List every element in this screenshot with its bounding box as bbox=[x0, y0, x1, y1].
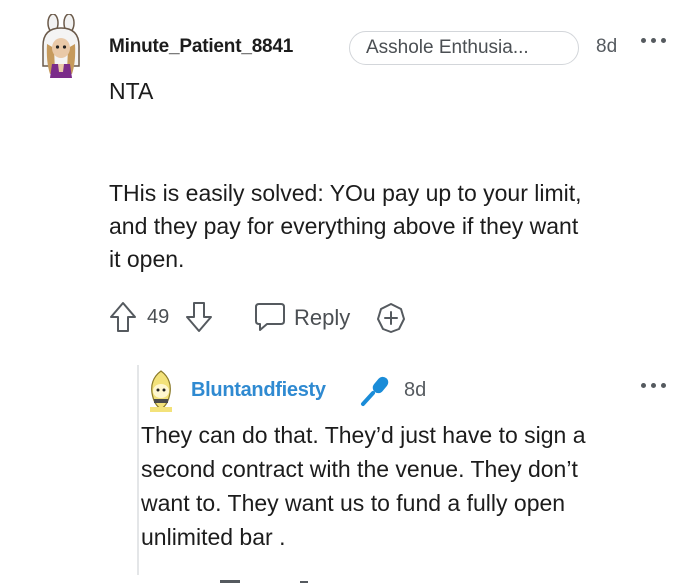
reply-button[interactable]: Reply bbox=[253, 300, 363, 334]
reply-text-line: second contract with the venue. They don… bbox=[141, 456, 578, 482]
reply-avatar[interactable] bbox=[146, 369, 176, 413]
clipped-action-row bbox=[150, 570, 450, 583]
upvote-arrow-icon[interactable] bbox=[108, 300, 138, 334]
thread-line[interactable] bbox=[137, 365, 139, 575]
comment-text-line: NTA bbox=[109, 78, 154, 104]
downvote-arrow-icon[interactable] bbox=[184, 300, 214, 334]
comment-text-line: and they pay for everything above if the… bbox=[109, 213, 579, 239]
reply-text-line: unlimited bar . bbox=[141, 524, 286, 550]
commenter-avatar[interactable] bbox=[38, 13, 84, 80]
reply-username[interactable]: Bluntandfiesty bbox=[191, 379, 326, 402]
chat-bubble-icon bbox=[253, 301, 287, 333]
reply-label: Reply bbox=[294, 305, 351, 330]
user-flair: Asshole Enthusia... bbox=[349, 31, 579, 65]
reply-text-line: They can do that. They’d just have to si… bbox=[141, 422, 586, 448]
award-plus-icon[interactable] bbox=[375, 302, 407, 334]
comment-text-line: THis is easily solved: YOu pay up to you… bbox=[109, 180, 582, 206]
vote-score: 49 bbox=[147, 306, 170, 328]
microphone-icon bbox=[358, 374, 392, 408]
more-dots-icon[interactable] bbox=[641, 383, 667, 393]
comment-text-line: it open. bbox=[109, 246, 185, 272]
reply-timestamp: 8d bbox=[404, 379, 427, 401]
reply-text-line: want to. They want us to fund a fully op… bbox=[141, 490, 566, 516]
comment-username[interactable]: Minute_Patient_8841 bbox=[109, 36, 293, 58]
more-dots-icon[interactable] bbox=[641, 38, 667, 48]
comment-timestamp: 8d bbox=[596, 36, 618, 57]
